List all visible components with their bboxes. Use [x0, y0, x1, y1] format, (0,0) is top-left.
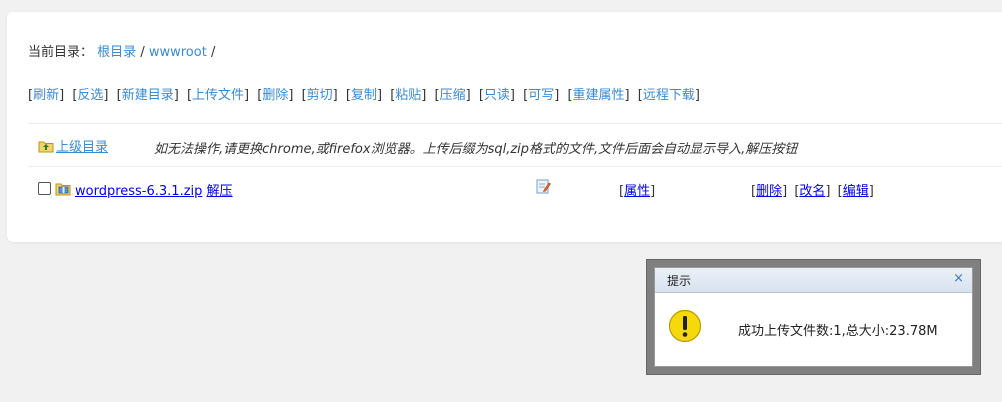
- file-row: wordpress-6.3.1.zip 解压 [属性] [删除] [改名] [编…: [38, 178, 1002, 202]
- properties-link[interactable]: 属性: [624, 184, 650, 199]
- warning-icon: [668, 309, 702, 343]
- zip-file-icon: [55, 183, 71, 196]
- toolbar: [刷新] [反选] [新建目录] [上传文件] [删除] [剪切] [复制] […: [28, 88, 700, 103]
- file-edit-link[interactable]: 编辑: [843, 184, 869, 199]
- breadcrumb-label: 当前目录：: [28, 45, 94, 60]
- divider: [28, 166, 1002, 167]
- alert-dialog-message: 成功上传文件数:1,总大小:23.78M: [738, 324, 938, 339]
- file-name-link[interactable]: wordpress-6.3.1.zip: [75, 184, 202, 199]
- divider: [28, 123, 1002, 124]
- breadcrumb-current-link[interactable]: wwwroot: [149, 45, 207, 60]
- parent-directory-link[interactable]: 上级目录: [56, 136, 108, 155]
- folder-up-icon: [38, 141, 54, 152]
- file-delete-link[interactable]: 删除: [756, 184, 782, 199]
- breadcrumb-root-link[interactable]: 根目录: [97, 45, 136, 60]
- alert-dialog-titlebar[interactable]: 提示 ×: [655, 268, 972, 293]
- writable-button[interactable]: 可写: [528, 88, 554, 103]
- delete-button[interactable]: 删除: [262, 88, 288, 103]
- parent-directory-row[interactable]: 上级目录: [38, 136, 108, 155]
- close-icon[interactable]: ×: [953, 271, 964, 286]
- breadcrumb-separator: /: [140, 45, 145, 60]
- remote-download-button[interactable]: 远程下载: [643, 88, 695, 103]
- refresh-button[interactable]: 刷新: [33, 88, 59, 103]
- edit-icon[interactable]: [535, 178, 551, 194]
- read-only-button[interactable]: 只读: [484, 88, 510, 103]
- extract-link[interactable]: 解压: [207, 184, 233, 199]
- alert-dialog: 提示 × 成功上传文件数:1,总大小:23.78M: [646, 259, 981, 375]
- file-name-cell: wordpress-6.3.1.zip 解压: [75, 180, 233, 199]
- paste-button[interactable]: 粘贴: [395, 88, 421, 103]
- copy-button[interactable]: 复制: [351, 88, 377, 103]
- browser-notice: 如无法操作,请更换chrome,或firefox浏览器。上传后缀为sql,zip…: [154, 142, 798, 157]
- upload-file-button[interactable]: 上传文件: [192, 88, 244, 103]
- file-manager-panel: 当前目录： 根目录 / wwwroot / [刷新] [反选] [新建目录] […: [7, 12, 1002, 242]
- breadcrumb: 当前目录： 根目录 / wwwroot /: [28, 41, 215, 60]
- compress-button[interactable]: 压缩: [440, 88, 466, 103]
- invert-selection-button[interactable]: 反选: [77, 88, 103, 103]
- rebuild-attributes-button[interactable]: 重建属性: [573, 88, 625, 103]
- alert-dialog-body: 提示 × 成功上传文件数:1,总大小:23.78M: [654, 267, 973, 367]
- alert-dialog-title: 提示: [667, 274, 692, 288]
- file-operations: [删除] [改名] [编辑]: [751, 184, 874, 199]
- cut-button[interactable]: 剪切: [307, 88, 333, 103]
- file-rename-link[interactable]: 改名: [799, 184, 825, 199]
- breadcrumb-trailing-separator: /: [210, 45, 216, 60]
- new-folder-button[interactable]: 新建目录: [122, 88, 174, 103]
- properties-cell: [属性]: [619, 184, 656, 199]
- file-checkbox[interactable]: [38, 182, 51, 195]
